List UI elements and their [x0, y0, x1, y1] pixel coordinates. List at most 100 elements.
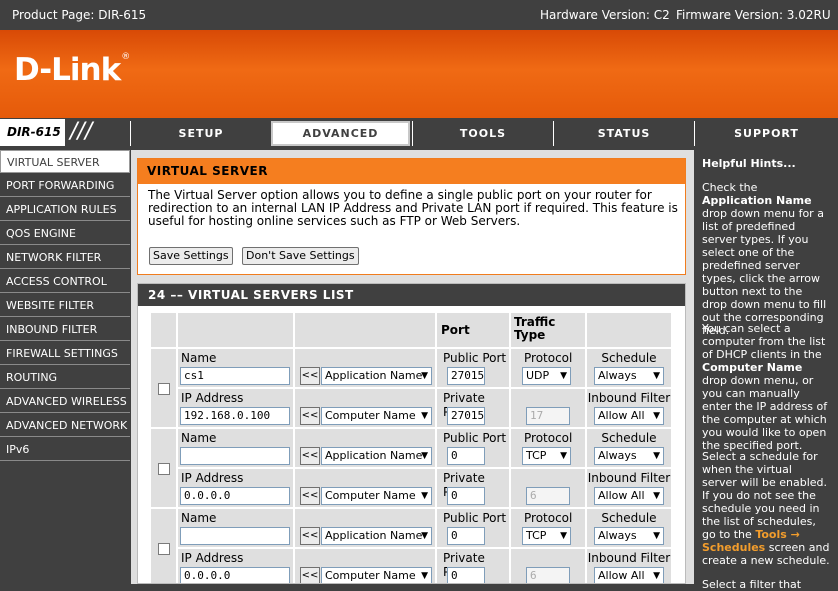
protocol-cell: Protocol TCP ▼ — [510, 428, 586, 468]
schedule-label: Schedule — [601, 431, 657, 445]
protocol-select[interactable]: UDP ▼ — [522, 367, 571, 385]
fill-computer-button[interactable]: << — [300, 407, 320, 425]
sidebar-item-qos-engine[interactable]: QOS ENGINE — [0, 222, 130, 245]
ip-address-input[interactable]: 0.0.0.0 — [180, 567, 290, 583]
public-port-input[interactable]: 27015 — [447, 367, 485, 385]
hint-schedule: Select a schedule for when the virtual s… — [702, 450, 830, 567]
chevron-down-icon: ▼ — [653, 411, 660, 421]
public-port-cell: Public Port 0 — [436, 428, 510, 468]
sidebar-item-website-filter[interactable]: WEBSITE FILTER — [0, 294, 130, 317]
protocol-select[interactable]: TCP ▼ — [522, 447, 571, 465]
public-port-cell: Public Port 27015 — [436, 348, 510, 388]
fill-computer-button[interactable]: << — [300, 567, 320, 583]
private-port-input[interactable]: 27015 — [447, 407, 485, 425]
sidebar-item-ipv6[interactable]: IPv6 — [0, 438, 130, 461]
computer-cell: << Computer Name ▼ — [294, 548, 436, 583]
ip-label: IP Address — [181, 471, 244, 485]
sidebar-item-advanced-network[interactable]: ADVANCED NETWORK — [0, 414, 130, 437]
fill-application-button[interactable]: << — [300, 527, 320, 545]
row-enable-cell — [150, 508, 177, 583]
protocol-number-cell: 6 — [510, 468, 586, 508]
sidebar-item-port-forwarding[interactable]: PORT FORWARDING — [0, 174, 130, 197]
protocol-label: Protocol — [524, 431, 573, 445]
schedule-select[interactable]: Always ▼ — [594, 447, 664, 465]
tab-advanced[interactable]: ADVANCED — [271, 121, 410, 146]
inbound-filter-select[interactable]: Allow All ▼ — [594, 567, 664, 583]
dlink-logo: D-Link ® — [14, 52, 130, 88]
row-enable-checkbox[interactable] — [158, 543, 170, 555]
sidebar-item-network-filter[interactable]: NETWORK FILTER — [0, 246, 130, 269]
sidebar-item-application-rules[interactable]: APPLICATION RULES — [0, 198, 130, 221]
protocol-number-input[interactable]: 17 — [526, 407, 570, 425]
virtual-server-panel: VIRTUAL SERVER The Virtual Server option… — [137, 158, 686, 275]
computer-cell: << Computer Name ▼ — [294, 468, 436, 508]
chevron-down-icon: ▼ — [421, 531, 428, 541]
public-port-cell: Public Port 0 — [436, 508, 510, 548]
model-label: DIR-615 — [0, 119, 65, 146]
sidebar-item-access-control[interactable]: ACCESS CONTROL — [0, 270, 130, 293]
protocol-select[interactable]: TCP ▼ — [522, 527, 571, 545]
sidebar-item-firewall-settings[interactable]: FIREWALL SETTINGS — [0, 342, 130, 365]
ip-address-input[interactable]: 0.0.0.0 — [180, 487, 290, 505]
panel-title: VIRTUAL SERVER — [138, 159, 685, 184]
sidebar-item-advanced-wireless[interactable]: ADVANCED WIRELESS — [0, 390, 130, 413]
slashes-decoration: /// — [70, 119, 93, 144]
row-enable-cell — [150, 348, 177, 428]
top-info-bar: Product Page: DIR-615 Hardware Version: … — [0, 0, 838, 30]
tab-tools[interactable]: TOOLS — [412, 121, 553, 146]
public-port-input[interactable]: 0 — [447, 447, 485, 465]
ip-label: IP Address — [181, 391, 244, 405]
fill-application-button[interactable]: << — [300, 367, 320, 385]
tab-support[interactable]: SUPPORT — [694, 121, 838, 146]
chevron-down-icon: ▼ — [560, 371, 567, 381]
header-cell — [150, 312, 177, 348]
application-name-select[interactable]: Application Name ▼ — [321, 367, 432, 385]
private-port-cell: Private Port27015 — [436, 388, 510, 428]
firmware-version: Firmware Version: 3.02RU — [676, 8, 831, 22]
name-input[interactable]: cs1 — [180, 367, 290, 385]
application-cell: << Application Name ▼ — [294, 508, 436, 548]
dont-save-settings-button[interactable]: Don't Save Settings — [242, 247, 359, 265]
protocol-number-input[interactable]: 6 — [526, 487, 570, 505]
ip-address-input[interactable]: 192.168.0.100 — [180, 407, 290, 425]
inbound-filter-select[interactable]: Allow All ▼ — [594, 487, 664, 505]
header-traffic-type: Traffic Type — [510, 312, 586, 348]
computer-name-select[interactable]: Computer Name ▼ — [321, 487, 432, 505]
inbound-filter-select[interactable]: Allow All ▼ — [594, 407, 664, 425]
chevron-down-icon: ▼ — [421, 451, 428, 461]
tab-status[interactable]: STATUS — [553, 121, 694, 146]
private-port-input[interactable]: 0 — [447, 487, 485, 505]
private-port-input[interactable]: 0 — [447, 567, 485, 583]
sidebar-item-virtual-server[interactable]: VIRTUAL SERVER — [0, 150, 130, 173]
row-enable-checkbox[interactable] — [158, 383, 170, 395]
sidebar-item-inbound-filter[interactable]: INBOUND FILTER — [0, 318, 130, 341]
ip-label: IP Address — [181, 551, 244, 565]
computer-name-select[interactable]: Computer Name ▼ — [321, 407, 432, 425]
inbound-filter-cell: Inbound Filter Allow All ▼ — [586, 468, 672, 508]
sidebar-item-routing[interactable]: ROUTING — [0, 366, 130, 389]
header-cell — [586, 312, 672, 348]
hint-computer-name: You can select a computer from the list … — [702, 322, 828, 452]
public-port-label: Public Port — [443, 351, 507, 365]
schedule-select[interactable]: Always ▼ — [594, 367, 664, 385]
name-input[interactable] — [180, 447, 290, 465]
application-name-select[interactable]: Application Name ▼ — [321, 527, 432, 545]
schedule-select[interactable]: Always ▼ — [594, 527, 664, 545]
fill-computer-button[interactable]: << — [300, 487, 320, 505]
chevron-down-icon: ▼ — [421, 411, 428, 421]
main-content: VIRTUAL SERVER The Virtual Server option… — [131, 150, 694, 584]
public-port-input[interactable]: 0 — [447, 527, 485, 545]
application-name-select[interactable]: Application Name ▼ — [321, 447, 432, 465]
chevron-down-icon: ▼ — [421, 491, 428, 501]
tab-setup[interactable]: SETUP — [130, 121, 271, 146]
save-settings-button[interactable]: Save Settings — [149, 247, 233, 265]
chevron-down-icon: ▼ — [653, 451, 660, 461]
row-enable-checkbox[interactable] — [158, 463, 170, 475]
protocol-number-input[interactable]: 6 — [526, 567, 570, 583]
fill-application-button[interactable]: << — [300, 447, 320, 465]
computer-name-select[interactable]: Computer Name ▼ — [321, 567, 432, 583]
application-cell: << Application Name ▼ — [294, 348, 436, 388]
application-cell: << Application Name ▼ — [294, 428, 436, 468]
name-input[interactable] — [180, 527, 290, 545]
private-port-cell: Private Port0 — [436, 548, 510, 583]
